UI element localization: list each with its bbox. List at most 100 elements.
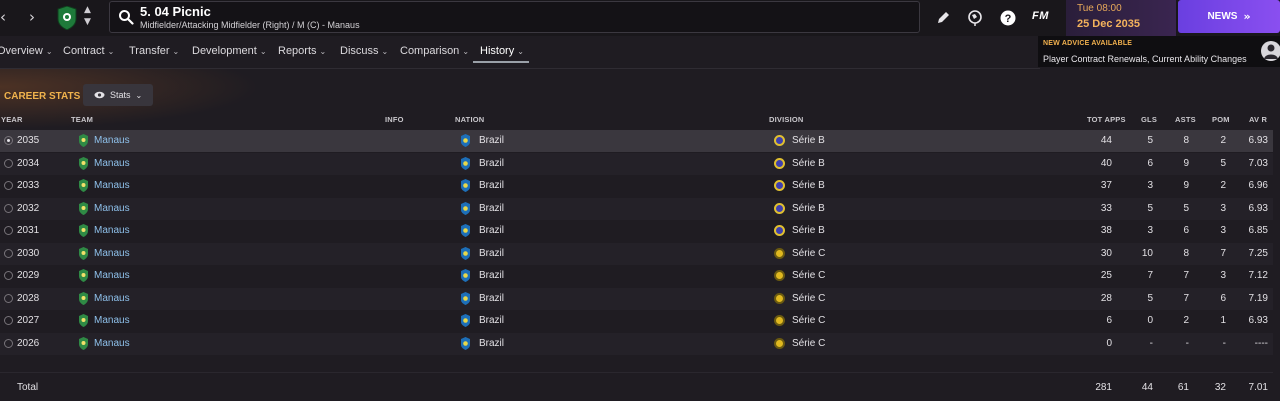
division-cell[interactable]: Série B bbox=[792, 180, 825, 191]
stats-view-label: Stats bbox=[110, 90, 131, 100]
year-cell: 2031 bbox=[17, 225, 40, 236]
col-nation[interactable]: NATION bbox=[455, 115, 484, 124]
help-icon[interactable]: ? bbox=[999, 9, 1017, 27]
tab-history[interactable]: History ⌄ bbox=[480, 45, 524, 57]
assists-cell: 9 bbox=[1183, 157, 1189, 169]
advice-notification[interactable]: NEW ADVICE AVAILABLE Player Contract Ren… bbox=[1038, 36, 1280, 67]
col-av-r[interactable]: AV R bbox=[1249, 115, 1267, 124]
date-panel[interactable]: Tue 08:00 25 Dec 2035 bbox=[1066, 0, 1176, 36]
stats-view-dropdown[interactable]: Stats ⌄ bbox=[83, 84, 153, 106]
col-gls[interactable]: GLS bbox=[1141, 115, 1157, 124]
division-cell[interactable]: Série C bbox=[792, 338, 825, 349]
nation-cell[interactable]: Brazil bbox=[479, 270, 504, 281]
team-link[interactable]: Manaus bbox=[94, 270, 130, 281]
tab-discuss[interactable]: Discuss ⌄ bbox=[340, 45, 388, 57]
table-row[interactable]: 2030 Manaus Brazil Série C 30 10 8 7 7.25 bbox=[0, 242, 1273, 265]
table-row[interactable]: 2032 Manaus Brazil Série B 33 5 5 3 6.93 bbox=[0, 197, 1273, 220]
division-cell[interactable]: Série B bbox=[792, 135, 825, 146]
nation-cell[interactable]: Brazil bbox=[479, 180, 504, 191]
division-cell[interactable]: Série C bbox=[792, 293, 825, 304]
table-row[interactable]: 2031 Manaus Brazil Série B 38 3 6 3 6.85 bbox=[0, 220, 1273, 242]
division-cell[interactable]: Série C bbox=[792, 315, 825, 326]
chevron-down-icon: ⌄ bbox=[319, 47, 327, 56]
col-year[interactable]: YEAR bbox=[1, 115, 23, 124]
brazil-crest-icon bbox=[461, 291, 470, 305]
col-tot-apps[interactable]: TOT APPS bbox=[1087, 115, 1126, 124]
division-cell[interactable]: Série B bbox=[792, 203, 825, 214]
row-select-radio[interactable] bbox=[4, 316, 13, 325]
col-team[interactable]: TEAM bbox=[71, 115, 93, 124]
tab-transfer[interactable]: Transfer ⌄ bbox=[129, 45, 179, 57]
nation-cell[interactable]: Brazil bbox=[479, 315, 504, 326]
year-cell: 2034 bbox=[17, 157, 40, 169]
previous-player-icon[interactable]: ▲ bbox=[84, 5, 91, 15]
tab-development[interactable]: Development ⌄ bbox=[192, 45, 267, 57]
team-link[interactable]: Manaus bbox=[94, 248, 130, 259]
club-badge-icon[interactable] bbox=[56, 6, 78, 30]
forward-arrow-icon[interactable]: › bbox=[29, 8, 35, 26]
assists-cell: 7 bbox=[1183, 270, 1189, 281]
division-cell[interactable]: Série C bbox=[792, 270, 825, 281]
table-row[interactable]: 2027 Manaus Brazil Série C 6 0 2 1 6.93 bbox=[0, 310, 1273, 332]
nation-cell[interactable]: Brazil bbox=[479, 248, 504, 259]
tab-comparison[interactable]: Comparison ⌄ bbox=[400, 45, 469, 57]
club-badge-icon bbox=[79, 246, 88, 260]
club-badge-icon bbox=[79, 224, 88, 237]
col-asts[interactable]: ASTS bbox=[1175, 115, 1196, 124]
division-cell[interactable]: Série C bbox=[792, 248, 825, 259]
fm-logo[interactable]: FM bbox=[1032, 10, 1049, 22]
news-button[interactable]: NEWS » bbox=[1178, 0, 1280, 33]
team-link[interactable]: Manaus bbox=[94, 203, 130, 214]
nation-cell[interactable]: Brazil bbox=[479, 158, 504, 169]
competition-logo-icon bbox=[774, 270, 785, 281]
row-select-radio[interactable] bbox=[4, 136, 13, 145]
row-select-radio[interactable] bbox=[4, 293, 13, 303]
back-arrow-icon[interactable]: ‹ bbox=[0, 8, 6, 26]
col-pom[interactable]: POM bbox=[1212, 115, 1230, 124]
team-link[interactable]: Manaus bbox=[94, 225, 130, 236]
nation-cell[interactable]: Brazil bbox=[479, 225, 504, 236]
team-link[interactable]: Manaus bbox=[94, 158, 130, 169]
team-link[interactable]: Manaus bbox=[94, 338, 130, 349]
row-select-radio[interactable] bbox=[4, 203, 13, 213]
row-select-radio[interactable] bbox=[4, 338, 13, 348]
table-row[interactable]: 2035 Manaus Brazil Série B 44 5 8 2 6.93 bbox=[0, 130, 1273, 152]
table-row[interactable]: 2029 Manaus Brazil Série C 25 7 7 3 7.12 bbox=[0, 265, 1273, 287]
tab-reports[interactable]: Reports ⌄ bbox=[278, 45, 326, 57]
team-link[interactable]: Manaus bbox=[94, 293, 130, 304]
row-select-radio[interactable] bbox=[4, 181, 13, 190]
nation-cell[interactable]: Brazil bbox=[479, 293, 504, 304]
row-select-radio[interactable] bbox=[4, 248, 13, 258]
col-info[interactable]: INFO bbox=[385, 115, 404, 124]
division-cell[interactable]: Série B bbox=[792, 158, 825, 169]
next-player-icon[interactable]: ▼ bbox=[84, 17, 91, 27]
nation-cell[interactable]: Brazil bbox=[479, 203, 504, 214]
pom-cell: 2 bbox=[1220, 180, 1226, 191]
player-search-box[interactable]: 5. 04 Picnic Midfielder/Attacking Midfie… bbox=[109, 1, 920, 33]
year-cell: 2026 bbox=[17, 337, 40, 349]
team-link[interactable]: Manaus bbox=[94, 180, 130, 191]
news-button-label: NEWS bbox=[1207, 11, 1238, 22]
tab-overview[interactable]: Overview ⌄ bbox=[0, 45, 53, 57]
nation-cell[interactable]: Brazil bbox=[479, 338, 504, 349]
world-globe-icon[interactable] bbox=[966, 9, 984, 27]
col-division[interactable]: DIVISION bbox=[769, 115, 804, 124]
team-link[interactable]: Manaus bbox=[94, 135, 130, 146]
team-link[interactable]: Manaus bbox=[94, 315, 130, 326]
row-select-radio[interactable] bbox=[4, 158, 13, 168]
table-row[interactable]: 2033 Manaus Brazil Série B 37 3 9 2 6.96 bbox=[0, 175, 1273, 197]
division-cell[interactable]: Série B bbox=[792, 225, 825, 236]
apps-cell: 0 bbox=[1106, 337, 1112, 349]
search-icon[interactable] bbox=[118, 9, 134, 25]
table-row[interactable]: 2028 Manaus Brazil Série C 28 5 7 6 7.19 bbox=[0, 287, 1273, 310]
table-row[interactable]: 2034 Manaus Brazil Série B 40 6 9 5 7.03 bbox=[0, 152, 1273, 175]
avr-cell: 7.03 bbox=[1248, 157, 1268, 169]
tab-contract[interactable]: Contract ⌄ bbox=[63, 45, 114, 57]
edit-pencil-icon[interactable] bbox=[934, 9, 952, 27]
nation-cell[interactable]: Brazil bbox=[479, 135, 504, 146]
row-select-radio[interactable] bbox=[4, 226, 13, 235]
pom-cell: 7 bbox=[1220, 247, 1226, 259]
table-row[interactable]: 2026 Manaus Brazil Série C 0- - - ---- bbox=[0, 332, 1273, 355]
player-position-subtitle: Midfielder/Attacking Midfielder (Right) … bbox=[140, 20, 360, 30]
row-select-radio[interactable] bbox=[4, 271, 13, 280]
